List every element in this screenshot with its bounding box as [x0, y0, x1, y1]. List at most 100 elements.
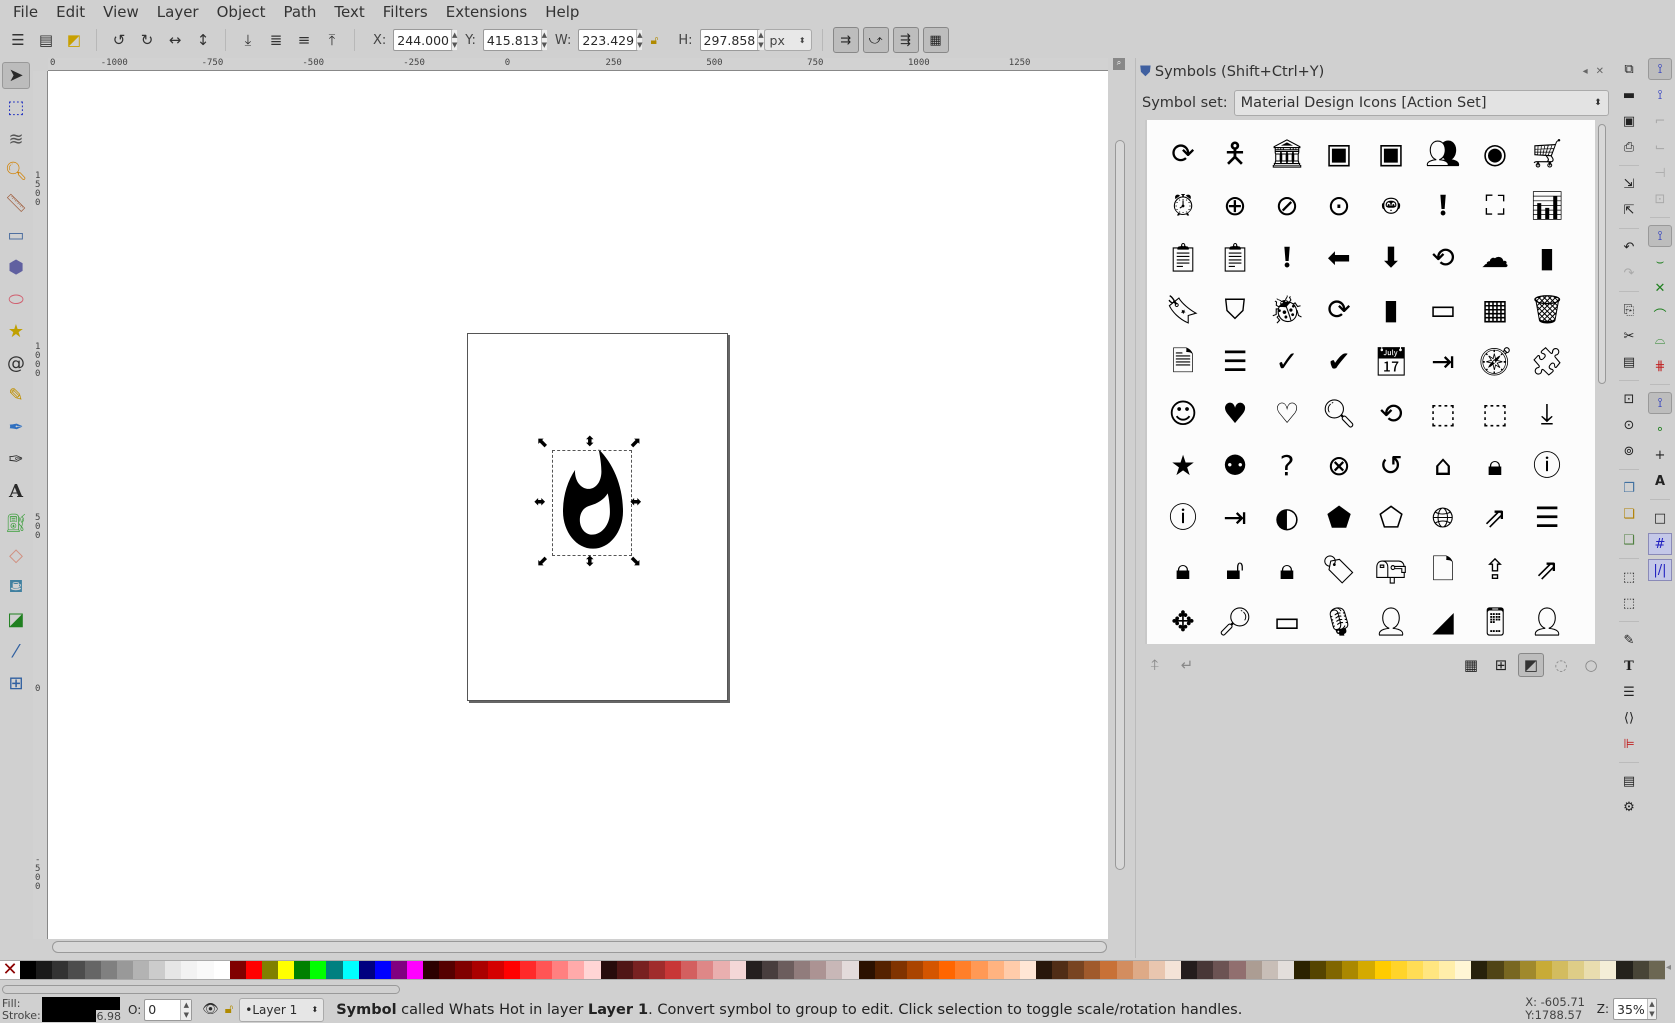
color-swatch[interactable] — [439, 961, 456, 979]
color-swatch[interactable] — [971, 961, 988, 979]
home-icon[interactable]: ⌂ — [1417, 440, 1469, 492]
color-swatch[interactable] — [132, 961, 149, 979]
menu-text[interactable]: Text — [325, 3, 373, 21]
assignment-ind-icon[interactable]: 📋︎ — [1209, 232, 1261, 284]
cached-icon[interactable]: ⟳ — [1313, 284, 1365, 336]
color-swatch[interactable] — [632, 961, 649, 979]
open-in-browser-icon[interactable]: ⇪ — [1469, 544, 1521, 596]
larger-icons-icon[interactable]: ⊞ — [1488, 653, 1514, 677]
color-swatch[interactable] — [874, 961, 891, 979]
color-swatch[interactable] — [1084, 961, 1101, 979]
menu-edit[interactable]: Edit — [47, 3, 94, 21]
color-swatch[interactable] — [745, 961, 762, 979]
scale-stroke-toggle[interactable]: ⇉ — [832, 27, 859, 53]
pen-tool-icon[interactable]: ✒ — [2, 414, 30, 441]
lower-to-bottom-icon[interactable]: ⤓ — [236, 28, 260, 52]
xml-editor-icon[interactable]: ⟨⟩ — [1617, 707, 1641, 729]
snap-cusp-nodes-icon[interactable]: ⌒ — [1648, 303, 1672, 325]
perm-contact-calendar-icon[interactable]: 👤︎ — [1365, 596, 1417, 648]
perm-camera-mic-icon[interactable]: 🎙︎ — [1313, 596, 1365, 648]
layer-select[interactable]: •Layer 1 ⬍ — [239, 997, 325, 1022]
symbol-set-select[interactable]: Material Design Icons [Action Set] ⬍ — [1233, 90, 1609, 116]
color-swatch[interactable] — [84, 961, 101, 979]
autorenew-icon[interactable]: ⟲ — [1417, 232, 1469, 284]
note-add-icon[interactable]: 🗋 — [1417, 544, 1469, 596]
color-swatch[interactable] — [616, 961, 633, 979]
snap-others-icon[interactable]: ⟟ — [1648, 392, 1672, 414]
x-value[interactable]: 244.000 — [397, 33, 449, 48]
snap-text-baseline-icon[interactable]: A — [1648, 470, 1672, 492]
color-swatch[interactable] — [1584, 961, 1601, 979]
color-swatch[interactable] — [1035, 961, 1052, 979]
color-swatch[interactable] — [761, 961, 778, 979]
zoom-out-icon[interactable]: ◌ — [1548, 653, 1574, 677]
color-swatch[interactable] — [1261, 961, 1278, 979]
lock-open-icon[interactable]: 🔓︎ — [1209, 544, 1261, 596]
color-swatch[interactable] — [1277, 961, 1294, 979]
stroke-width-value[interactable]: 6.98 — [95, 1010, 122, 1023]
snap-intersections-icon[interactable]: ✕ — [1648, 277, 1672, 299]
menu-layer[interactable]: Layer — [148, 3, 208, 21]
lower-icon[interactable]: ≣ — [264, 28, 288, 52]
face-icon[interactable]: ☺ — [1157, 388, 1209, 440]
color-swatch[interactable] — [423, 961, 440, 979]
backup-icon[interactable]: ☁ — [1469, 232, 1521, 284]
payment-icon[interactable]: ▭ — [1261, 596, 1313, 648]
color-swatch[interactable] — [939, 961, 956, 979]
color-swatch[interactable] — [294, 961, 311, 979]
account-circle-icon[interactable]: ◉ — [1469, 128, 1521, 180]
color-swatch[interactable] — [1648, 961, 1665, 979]
lock-icon[interactable]: 🔒︎ — [1157, 544, 1209, 596]
announcement-icon[interactable]: ❗︎ — [1417, 180, 1469, 232]
help-icon[interactable]: ? — [1261, 440, 1313, 492]
layer-visibility-icon[interactable]: 👁︎ — [202, 1002, 219, 1017]
language-icon[interactable]: 🌐︎ — [1417, 492, 1469, 544]
color-swatch[interactable] — [1358, 961, 1375, 979]
color-swatch[interactable] — [1455, 961, 1472, 979]
label-icon[interactable]: ⬟ — [1313, 492, 1365, 544]
perm-data-setting-icon[interactable]: ◢ — [1417, 596, 1469, 648]
alarm-icon[interactable]: ⏰︎ — [1157, 180, 1209, 232]
snap-bbox-corners-icon[interactable]: ⌙ — [1648, 136, 1672, 158]
zoom-field[interactable]: 35% ▲ ▼ — [1613, 998, 1657, 1020]
color-swatch[interactable] — [1551, 961, 1568, 979]
deselect-icon[interactable]: ◩ — [62, 28, 86, 52]
accessibility-icon[interactable]: 🯅 — [1209, 128, 1261, 180]
color-swatch[interactable] — [1229, 961, 1246, 979]
color-swatch[interactable] — [1390, 961, 1407, 979]
flip-to-back-icon[interactable]: ⬚ — [1417, 388, 1469, 440]
done-icon[interactable]: ✓ — [1261, 336, 1313, 388]
color-swatch[interactable] — [358, 961, 375, 979]
spray-tool-icon[interactable]: ⛽︎ — [2, 510, 30, 537]
highlight-remove-icon[interactable]: ⊗ — [1313, 440, 1365, 492]
menu-path[interactable]: Path — [274, 3, 325, 21]
color-swatch[interactable] — [1326, 961, 1343, 979]
select-all-icon[interactable]: ☰ — [6, 28, 30, 52]
fill-stroke-icon[interactable]: ✎ — [1617, 629, 1641, 651]
snap-guides-icon[interactable]: |/| — [1648, 559, 1672, 581]
color-swatch[interactable] — [149, 961, 166, 979]
color-swatch[interactable] — [1632, 961, 1649, 979]
color-swatch[interactable] — [1019, 961, 1036, 979]
unit-select[interactable]: px ⬍ — [763, 29, 812, 51]
color-swatch[interactable] — [681, 961, 698, 979]
color-swatch[interactable] — [374, 961, 391, 979]
color-swatch[interactable] — [1406, 961, 1423, 979]
account-box-icon[interactable]: ▣ — [1365, 128, 1417, 180]
flip-vertical-icon[interactable]: ↕ — [191, 28, 215, 52]
color-swatch[interactable] — [858, 961, 875, 979]
fill-stroke-swatch[interactable]: 6.98 — [42, 997, 122, 1023]
color-swatch[interactable] — [245, 961, 262, 979]
opacity-spinner[interactable]: ▲ ▼ — [180, 999, 192, 1020]
color-swatch[interactable] — [584, 961, 601, 979]
color-swatch[interactable] — [1197, 961, 1214, 979]
canvas-horizontal-scrollbar[interactable] — [52, 941, 1107, 953]
color-swatch[interactable] — [1535, 961, 1552, 979]
import-icon[interactable]: ⇲ — [1617, 173, 1641, 195]
color-swatch[interactable] — [906, 961, 923, 979]
text-font-icon[interactable]: T — [1617, 655, 1641, 677]
measure-tool-icon[interactable]: 📏︎ — [2, 190, 30, 217]
horizontal-ruler[interactable]: 0-1000-750-500-2500250500750100012501500… — [48, 58, 1108, 71]
color-swatch[interactable] — [665, 961, 682, 979]
spiral-tool-icon[interactable]: @ — [2, 350, 30, 377]
